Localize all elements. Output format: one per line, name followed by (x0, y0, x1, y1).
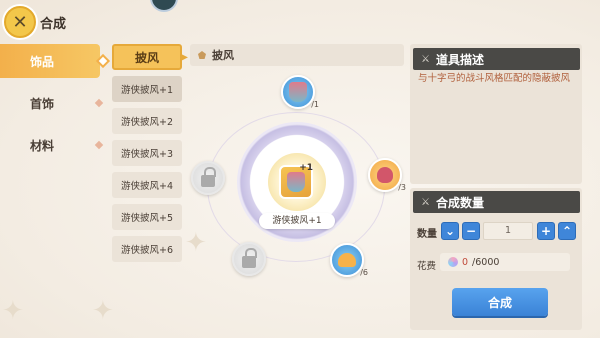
panel-title-bar: 披风 (190, 44, 404, 66)
sparkle-decoration: ✦ (2, 296, 24, 326)
pentagon-icon (198, 51, 206, 59)
cost-field: 0/6000 (440, 253, 570, 271)
locked-slot (191, 161, 225, 195)
category-tab-accessory[interactable]: 饰品 (0, 44, 108, 78)
cost-label: 花费 (417, 261, 437, 272)
category-label: 材料 (30, 138, 55, 153)
close-x-icon[interactable]: ✕ (4, 6, 36, 38)
craft-title: 合成数量 (435, 195, 484, 210)
list-item[interactable]: 游侠披风+3 (112, 140, 182, 166)
panel-title: 披风 (212, 49, 234, 62)
category-tab-jewelry[interactable]: 首饰 (0, 86, 104, 120)
material-slot[interactable]: /1 (281, 75, 319, 109)
enhance-level: +1 (299, 163, 313, 173)
material-slot[interactable]: /3 (368, 158, 406, 192)
craft-button[interactable]: 合成 (452, 288, 548, 316)
arrow-right-icon: ▶ (180, 51, 188, 63)
material-count: /6 (360, 268, 368, 277)
result-item-name: 游侠披风+1 (259, 213, 335, 229)
item-description: 与十字弓的战斗风格匹配的隐蔽披风 (418, 73, 571, 84)
category-tab-material[interactable]: 材料 (0, 128, 104, 162)
sword-icon: ⚔ (421, 53, 430, 65)
subcategory-label: 披风 (134, 50, 159, 65)
gem-currency-icon (448, 257, 458, 267)
cape-icon (289, 82, 307, 102)
list-item[interactable]: 游侠披风+1 (112, 76, 182, 102)
cost-current: 0 (462, 256, 469, 268)
quantity-input[interactable]: 1 (483, 222, 533, 240)
description-title: 道具描述 (435, 52, 484, 67)
list-item[interactable]: 游侠披风+6 (112, 236, 182, 262)
result-item-slot[interactable]: +1 (279, 163, 313, 199)
subcategory-header[interactable]: 披风 ▶ (112, 44, 188, 70)
material-slot[interactable]: /6 (330, 243, 368, 277)
category-label: 首饰 (30, 96, 55, 111)
cape-icon (287, 172, 305, 192)
craft-header: ⚔ 合成数量 (413, 191, 580, 213)
sparkle-decoration: ✦ (92, 296, 114, 326)
list-item[interactable]: 游侠披风+4 (112, 172, 182, 198)
material-count: /1 (311, 100, 319, 109)
min-quantity-button[interactable]: ⌄ (441, 222, 459, 240)
lock-icon (242, 248, 257, 268)
increase-quantity-button[interactable]: + (537, 222, 555, 240)
list-item[interactable]: 游侠披风+5 (112, 204, 182, 230)
max-quantity-button[interactable]: ⌃ (558, 222, 576, 240)
lock-icon (201, 167, 216, 187)
material-count: /3 (398, 183, 406, 192)
mushroom-icon (338, 253, 356, 267)
decrease-quantity-button[interactable]: − (462, 222, 480, 240)
page-title: 合成 (40, 16, 67, 32)
category-label: 饰品 (30, 54, 55, 69)
ornament-icon (377, 167, 393, 183)
sword-icon: ⚔ (421, 196, 430, 208)
list-item[interactable]: 游侠披风+2 (112, 108, 182, 134)
cost-total: /6000 (472, 256, 500, 268)
sparkle-decoration: ✦ (185, 228, 207, 258)
locked-slot (232, 242, 266, 276)
description-header: ⚔ 道具描述 (413, 48, 580, 70)
header: ✕ 合成 (4, 6, 66, 38)
quantity-label: 数量 (417, 229, 437, 240)
